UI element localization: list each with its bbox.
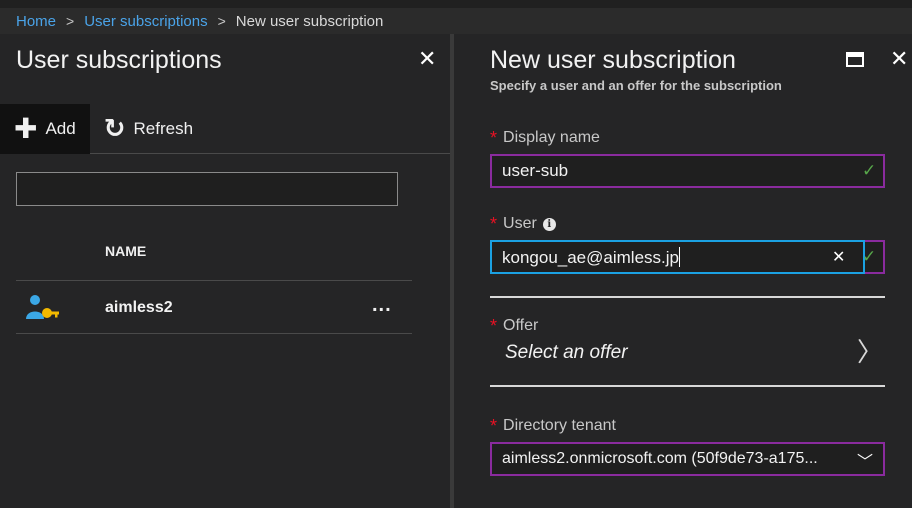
- maximize-icon[interactable]: [846, 52, 864, 67]
- breadcrumb-user-subscriptions[interactable]: User subscriptions: [84, 13, 207, 30]
- close-icon[interactable]: ✕: [418, 48, 436, 70]
- add-label: Add: [45, 118, 76, 138]
- row-name[interactable]: aimless2: [105, 299, 173, 317]
- check-icon: ✓: [862, 161, 877, 180]
- user-subscriptions-blade: User subscriptions ✕ ✚ Add ↻ Refresh NAM…: [0, 34, 450, 508]
- required-marker: *: [490, 316, 498, 336]
- user-key-icon: [26, 295, 59, 319]
- chevron-right-icon: 〉: [856, 338, 883, 368]
- breadcrumb-home[interactable]: Home: [16, 13, 56, 30]
- required-marker: *: [490, 128, 498, 148]
- column-header-name[interactable]: NAME: [105, 243, 146, 259]
- check-icon: ✓: [862, 247, 877, 266]
- user-field[interactable]: kongou_ae@aimless.jp: [490, 240, 865, 274]
- directory-tenant-label: * Directory tenant: [490, 416, 616, 436]
- directory-tenant-value: aimless2.onmicrosoft.com (50f9de73-a175.…: [502, 450, 818, 467]
- table-row[interactable]: aimless2 ...: [16, 288, 412, 334]
- clear-icon[interactable]: ✕: [832, 247, 845, 267]
- required-marker: *: [490, 416, 498, 436]
- display-name-value: user-sub: [502, 161, 569, 180]
- plus-icon: ✚: [14, 112, 38, 144]
- refresh-button[interactable]: ↻ Refresh: [90, 104, 207, 154]
- breadcrumb-separator: >: [217, 13, 226, 29]
- blade-title: New user subscription: [490, 46, 736, 74]
- blade-subtitle: Specify a user and an offer for the subs…: [490, 78, 782, 93]
- filter-input[interactable]: [16, 172, 398, 206]
- breadcrumb-separator: >: [66, 13, 75, 29]
- offer-value: Select an offer: [505, 342, 628, 363]
- offer-label: * Offer: [490, 316, 539, 336]
- breadcrumb: Home > User subscriptions > New user sub…: [0, 0, 912, 34]
- user-label: * User i: [490, 214, 556, 235]
- refresh-label: Refresh: [133, 118, 194, 138]
- directory-tenant-select[interactable]: aimless2.onmicrosoft.com (50f9de73-a175.…: [490, 442, 885, 476]
- blade-title: User subscriptions: [16, 46, 222, 74]
- refresh-icon: ↻: [103, 113, 126, 143]
- offer-selector[interactable]: * Offer Select an offer 〉: [490, 312, 885, 384]
- breadcrumb-current: New user subscription: [235, 12, 384, 30]
- new-user-subscription-blade: New user subscription Specify a user and…: [454, 34, 912, 508]
- add-button[interactable]: ✚ Add: [0, 103, 90, 154]
- info-icon[interactable]: i: [542, 218, 556, 231]
- chevron-down-icon: ﹀: [856, 454, 873, 471]
- toolbar: ✚ Add ↻ Refresh: [0, 103, 450, 154]
- display-name-label: * Display name: [490, 128, 600, 148]
- user-value: kongou_ae@aimless.jp: [502, 248, 679, 267]
- divider: [490, 296, 885, 298]
- display-name-field[interactable]: user-sub: [490, 154, 885, 188]
- divider: [16, 280, 412, 281]
- close-icon[interactable]: ✕: [890, 48, 908, 70]
- text-cursor: [678, 247, 680, 267]
- required-marker: *: [490, 214, 498, 234]
- divider: [490, 385, 885, 387]
- more-icon[interactable]: ...: [372, 294, 392, 317]
